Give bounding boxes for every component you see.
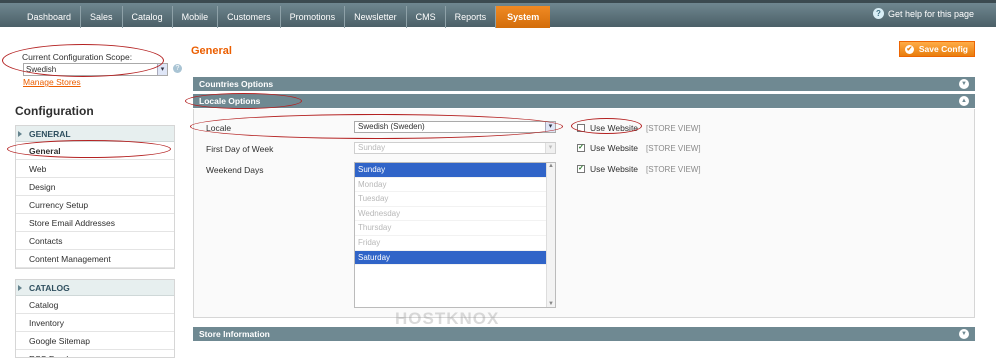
- sidebar-item-currency-setup[interactable]: Currency Setup: [16, 196, 174, 214]
- save-config-button[interactable]: ✔ Save Config: [898, 41, 975, 57]
- weekend-days-label: Weekend Days: [206, 165, 264, 175]
- chevron-down-icon: ▾: [545, 143, 555, 153]
- sidebar-item-web[interactable]: Web: [16, 160, 174, 178]
- section-store-info-title: Store Information: [199, 329, 270, 339]
- section-locale-title: Locale Options: [199, 96, 261, 106]
- scope-select[interactable]: Swedish ▾: [23, 63, 168, 76]
- section-countries-options[interactable]: Countries Options ▼: [193, 77, 975, 91]
- locale-use-website[interactable]: Use Website [STORE VIEW]: [577, 123, 701, 133]
- nav-item-catalog[interactable]: Catalog: [123, 6, 173, 28]
- sidebar-item-catalog[interactable]: Catalog: [16, 296, 174, 314]
- section-countries-title: Countries Options: [199, 79, 274, 89]
- nav-item-customers[interactable]: Customers: [218, 6, 281, 28]
- weekend-use-website[interactable]: ✓ Use Website [STORE VIEW]: [577, 164, 701, 174]
- sidebar-item-contacts[interactable]: Contacts: [16, 232, 174, 250]
- sidebar-item-google-sitemap[interactable]: Google Sitemap: [16, 332, 174, 350]
- use-website-label: Use Website: [590, 143, 639, 153]
- expand-icon: ▼: [959, 79, 969, 89]
- scope-tag: [STORE VIEW]: [646, 123, 701, 133]
- nav-item-dashboard[interactable]: Dashboard: [18, 6, 82, 28]
- sidebar-title: Configuration: [15, 104, 94, 118]
- question-icon[interactable]: ?: [173, 64, 182, 73]
- sidebar-heading-general[interactable]: GENERAL: [16, 126, 174, 142]
- help-icon: ?: [872, 8, 884, 19]
- nav-item-cms[interactable]: CMS: [407, 6, 446, 28]
- first-day-label: First Day of Week: [206, 144, 274, 154]
- locale-select-value: Swedish (Sweden): [358, 122, 425, 131]
- nav-item-newsletter[interactable]: Newsletter: [345, 6, 407, 28]
- expand-icon: ▼: [959, 329, 969, 339]
- first-day-select-value: Sunday: [358, 143, 386, 152]
- nav-item-promotions[interactable]: Promotions: [281, 6, 346, 28]
- locale-label: Locale: [206, 123, 232, 133]
- configuration-scope: Current Configuration Scope: Swedish ▾ ?…: [15, 44, 182, 90]
- help-link[interactable]: ? Get help for this page: [872, 8, 974, 19]
- sidebar-item-design[interactable]: Design: [16, 178, 174, 196]
- sidebar-item-rss-feeds[interactable]: RSS Feeds: [16, 350, 174, 357]
- scroll-down-icon[interactable]: ▼: [547, 301, 555, 307]
- nav-item-mobile[interactable]: Mobile: [173, 6, 219, 28]
- first-day-use-website-checkbox[interactable]: ✓: [577, 144, 585, 152]
- checkmark-icon: ✔: [904, 44, 914, 54]
- use-website-label: Use Website: [590, 164, 639, 174]
- option-wednesday[interactable]: Wednesday: [355, 207, 546, 222]
- scope-tag: [STORE VIEW]: [646, 143, 701, 153]
- page-title: General: [191, 45, 232, 57]
- use-website-label: Use Website: [590, 123, 639, 133]
- sidebar-item-general[interactable]: General: [16, 142, 174, 160]
- collapse-icon: ▲: [959, 96, 969, 106]
- section-store-information[interactable]: Store Information ▼: [193, 327, 975, 341]
- help-link-label: Get help for this page: [887, 8, 974, 19]
- option-thursday[interactable]: Thursday: [355, 221, 546, 236]
- nav-item-reports[interactable]: Reports: [446, 6, 497, 28]
- scope-select-value: Swedish: [26, 65, 57, 74]
- top-navigation: Dashboard Sales Catalog Mobile Customers…: [0, 0, 996, 28]
- nav-item-sales[interactable]: Sales: [81, 6, 123, 28]
- watermark: HOSTKNOX: [395, 309, 500, 328]
- chevron-down-icon: ▾: [545, 122, 555, 132]
- manage-stores-link[interactable]: Manage Stores: [23, 77, 81, 87]
- save-config-label: Save Config: [918, 44, 968, 54]
- nav-item-system[interactable]: System: [496, 6, 551, 28]
- sidebar-item-inventory[interactable]: Inventory: [16, 314, 174, 332]
- first-day-select[interactable]: Sunday ▾: [354, 142, 556, 154]
- scope-tag: [STORE VIEW]: [646, 164, 701, 174]
- sidebar-group-general: GENERAL General Web Design Currency Setu…: [15, 125, 175, 269]
- sidebar-group-catalog: CATALOG Catalog Inventory Google Sitemap…: [15, 279, 175, 358]
- sidebar-item-store-email-addresses[interactable]: Store Email Addresses: [16, 214, 174, 232]
- scope-label: Current Configuration Scope:: [22, 52, 133, 62]
- listbox-scrollbar[interactable]: ▲ ▼: [546, 163, 555, 307]
- nav-menu: Dashboard Sales Catalog Mobile Customers…: [18, 6, 551, 28]
- locale-options-panel: [193, 109, 975, 318]
- sidebar-heading-catalog[interactable]: CATALOG: [16, 280, 174, 296]
- option-monday[interactable]: Monday: [355, 178, 546, 193]
- locale-select[interactable]: Swedish (Sweden) ▾: [354, 121, 556, 133]
- locale-use-website-checkbox[interactable]: [577, 124, 585, 132]
- option-friday[interactable]: Friday: [355, 236, 546, 251]
- option-tuesday[interactable]: Tuesday: [355, 192, 546, 207]
- weekend-use-website-checkbox[interactable]: ✓: [577, 165, 585, 173]
- option-sunday[interactable]: Sunday: [355, 163, 546, 178]
- weekend-days-multiselect[interactable]: Sunday Monday Tuesday Wednesday Thursday…: [354, 162, 556, 308]
- option-saturday[interactable]: Saturday: [355, 250, 546, 266]
- first-day-use-website[interactable]: ✓ Use Website [STORE VIEW]: [577, 143, 701, 153]
- sidebar-item-content-management[interactable]: Content Management: [16, 250, 174, 268]
- scroll-up-icon[interactable]: ▲: [547, 163, 555, 169]
- section-locale-options[interactable]: Locale Options ▲: [193, 94, 975, 108]
- chevron-down-icon: ▾: [157, 64, 167, 75]
